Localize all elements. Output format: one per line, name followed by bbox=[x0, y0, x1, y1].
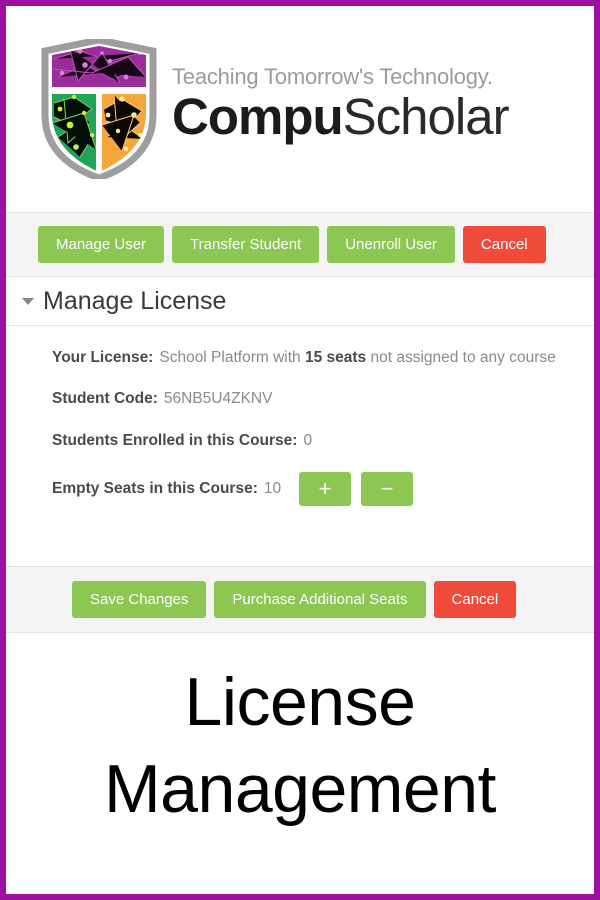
students-enrolled-value: 0 bbox=[303, 431, 313, 449]
empty-seats-row: Empty Seats in this Course: 10 + − bbox=[52, 471, 594, 506]
caret-down-icon[interactable] bbox=[22, 298, 34, 306]
plus-icon[interactable]: + bbox=[299, 471, 352, 506]
license-seat-count: 15 seats bbox=[304, 349, 367, 367]
manage-user-button[interactable]: Manage User bbox=[38, 226, 165, 264]
cancel-button-footer[interactable]: Cancel bbox=[433, 580, 517, 618]
brand-wordmark: CompuScholar bbox=[172, 88, 510, 146]
minus-icon[interactable]: − bbox=[361, 471, 414, 506]
manage-license-section-header[interactable]: Manage License bbox=[6, 277, 594, 327]
license-plan-prefix: School Platform with bbox=[159, 349, 301, 367]
empty-seats-value: 10 bbox=[263, 479, 282, 497]
page-title-line-2: Management bbox=[104, 750, 496, 827]
license-details: Your License: School Platform with 15 se… bbox=[6, 326, 594, 527]
brand-wordmark-light: Scholar bbox=[342, 88, 510, 146]
your-license-value: School Platform with 15 seats not assign… bbox=[159, 348, 555, 368]
footer-action-toolbar: Save Changes Purchase Additional Seats C… bbox=[6, 565, 594, 633]
purchase-additional-seats-button[interactable]: Purchase Additional Seats bbox=[214, 580, 426, 618]
student-code-label: Student Code: bbox=[52, 390, 158, 408]
unenroll-user-button[interactable]: Unenroll User bbox=[327, 226, 455, 264]
window-content: Teaching Tomorrow's Technology. CompuSch… bbox=[6, 6, 594, 894]
cancel-button-top[interactable]: Cancel bbox=[462, 226, 546, 264]
student-code-value: 56NB5U4ZKNV bbox=[163, 390, 273, 408]
students-enrolled-row: Students Enrolled in this Course: 0 bbox=[52, 431, 594, 451]
license-plan-suffix: not assigned to any course bbox=[370, 349, 556, 367]
brand-header: Teaching Tomorrow's Technology. CompuSch… bbox=[6, 6, 594, 212]
empty-seats-label: Empty Seats in this Course: bbox=[52, 479, 258, 497]
seat-quantity-stepper: + − bbox=[299, 471, 414, 506]
page-title-line-1: License bbox=[184, 663, 416, 740]
page-title: License Management bbox=[6, 633, 594, 833]
brand-tagline: Teaching Tomorrow's Technology. bbox=[172, 64, 493, 90]
app-window: Teaching Tomorrow's Technology. CompuSch… bbox=[0, 0, 600, 900]
your-license-label: Your License: bbox=[52, 349, 154, 367]
brand-text: Teaching Tomorrow's Technology. CompuSch… bbox=[172, 64, 510, 152]
student-code-row: Student Code: 56NB5U4ZKNV bbox=[52, 389, 594, 409]
section-title: Manage License bbox=[43, 287, 227, 316]
shield-logo-icon bbox=[40, 36, 158, 182]
students-enrolled-label: Students Enrolled in this Course: bbox=[52, 431, 298, 449]
brand-wordmark-bold: Compu bbox=[172, 88, 344, 146]
transfer-student-button[interactable]: Transfer Student bbox=[172, 226, 320, 264]
save-changes-button[interactable]: Save Changes bbox=[72, 580, 207, 618]
your-license-row: Your License: School Platform with 15 se… bbox=[52, 348, 594, 368]
details-spacer bbox=[6, 527, 594, 566]
top-action-toolbar: Manage User Transfer Student Unenroll Us… bbox=[6, 212, 594, 278]
